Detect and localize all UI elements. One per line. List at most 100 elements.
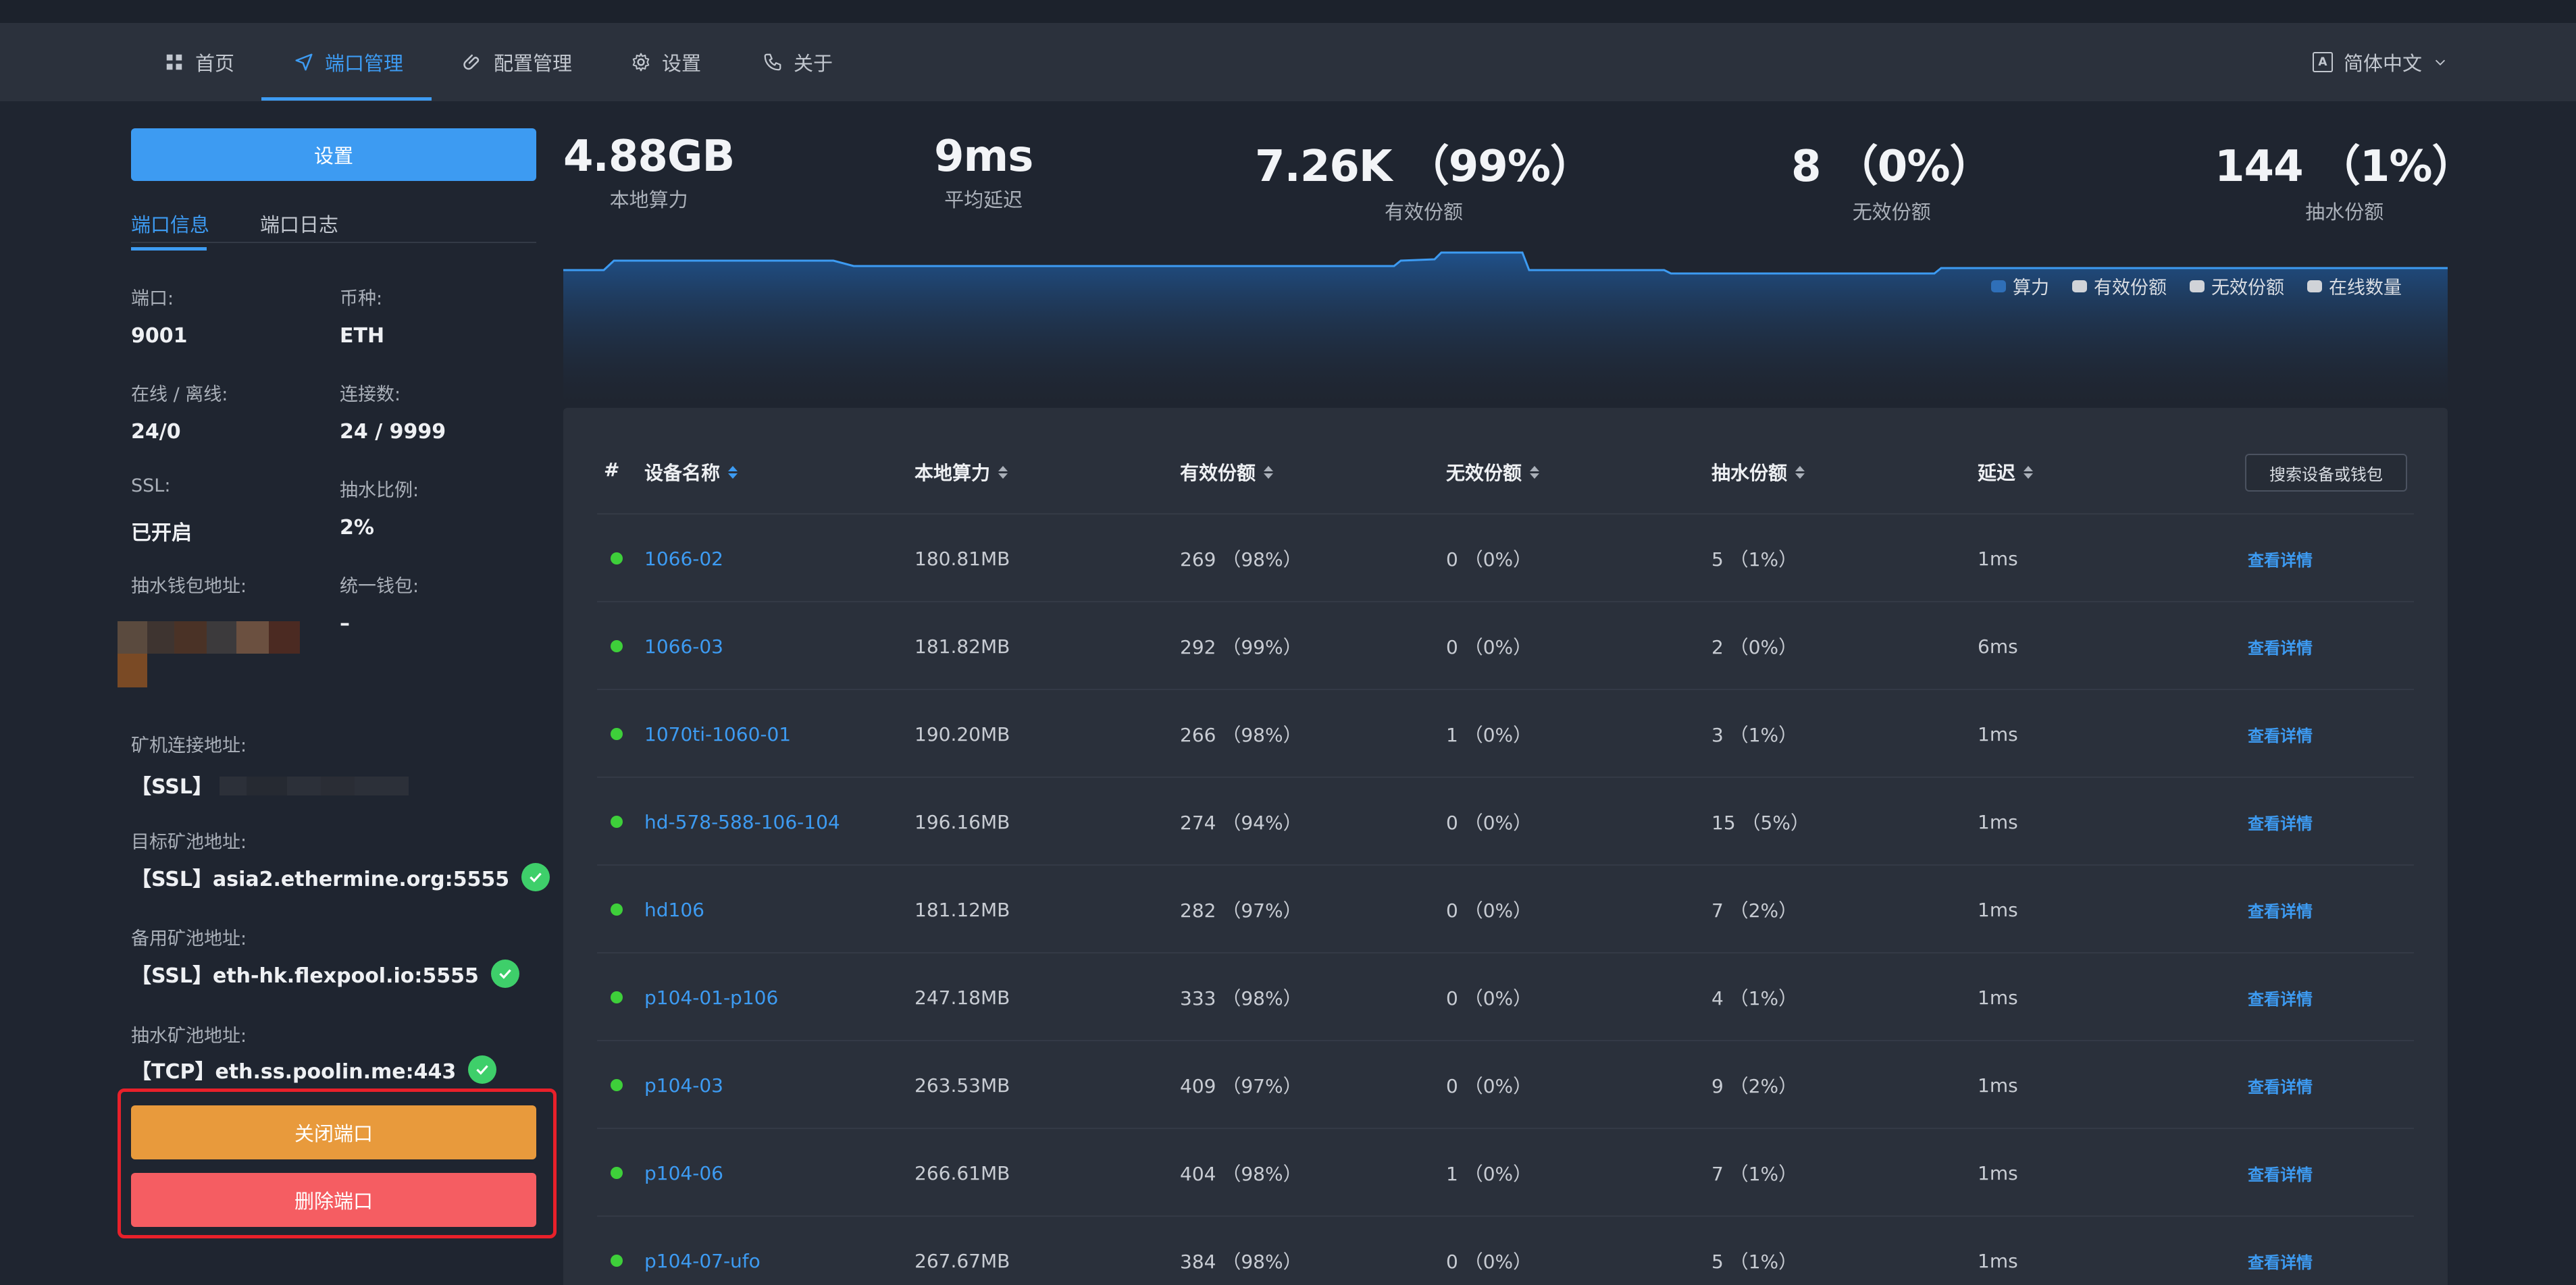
stat-label: 平均延迟 <box>944 188 1023 211</box>
legend-item-online-count[interactable]: 在线数量 <box>2307 273 2402 299</box>
view-details-link-wrap: 查看详情 <box>2248 866 2313 953</box>
fee-shares-cell: 2 （0%） <box>1711 636 1798 658</box>
stat-label: 有效份额 <box>1384 201 1463 224</box>
status-cell <box>611 515 623 602</box>
device-name-link[interactable]: hd-578-588-106-104 <box>644 811 840 833</box>
valid-shares-cell-wrap: 292 （99%） <box>1180 602 1302 690</box>
fee-shares-cell-wrap: 4 （1%） <box>1711 953 1797 1041</box>
tab-port-info[interactable]: 端口信息 <box>131 209 209 238</box>
stat-label: 无效份额 <box>1852 201 1931 224</box>
device-name-link[interactable]: p104-03 <box>644 1074 723 1097</box>
stat-value: 8 （0%） <box>1791 142 1992 192</box>
view-details-link[interactable]: 查看详情 <box>2248 547 2313 571</box>
header-invalid-shares[interactable]: 无效份额 <box>1446 458 1540 486</box>
fee-shares-cell-wrap: 15 （5%） <box>1711 778 1809 866</box>
settings-button[interactable]: 设置 <box>131 128 536 181</box>
legend-swatch <box>2307 280 2322 292</box>
device-name-link[interactable]: hd106 <box>644 899 704 921</box>
view-details-link[interactable]: 查看详情 <box>2248 1161 2313 1185</box>
nav-item-home[interactable]: 首页 <box>164 23 234 101</box>
online-offline-label: 在线 / 离线: <box>131 384 228 405</box>
legend-swatch <box>2190 280 2205 292</box>
tab-active-underline <box>131 247 207 251</box>
view-details-link[interactable]: 查看详情 <box>2248 898 2313 922</box>
header-latency[interactable]: 延迟 <box>1978 458 2034 486</box>
view-details-link-wrap: 查看详情 <box>2248 602 2313 690</box>
valid-shares-cell: 274 （94%） <box>1180 812 1302 834</box>
header-fee-shares[interactable]: 抽水份额 <box>1711 458 1805 486</box>
miner-address-text: 【SSL】 <box>131 775 213 799</box>
miner-address-redacted <box>219 777 409 795</box>
header-label: 无效份额 <box>1446 462 1522 484</box>
view-details-link[interactable]: 查看详情 <box>2248 986 2313 1009</box>
hashrate-cell-wrap: 263.53MB <box>915 1041 1010 1129</box>
view-details-link-wrap: 查看详情 <box>2248 1041 2313 1129</box>
header-valid-shares[interactable]: 有效份额 <box>1180 458 1274 486</box>
view-details-link[interactable]: 查看详情 <box>2248 723 2313 746</box>
device-name-link[interactable]: p104-06 <box>644 1162 723 1184</box>
legend-item-valid-shares[interactable]: 有效份额 <box>2072 273 2167 299</box>
legend-label: 算力 <box>2013 278 2049 298</box>
nav-item-config-management[interactable]: 配置管理 <box>463 23 572 101</box>
port-info-panel: 设置 端口信息 端口日志 端口: 9001 币种: ETH 在线 / 离线: 2… <box>118 128 550 1087</box>
stat-value: 9ms <box>934 132 1033 182</box>
backup-pool-text: 【SSL】eth-hk.flexpool.io:5555 <box>131 964 479 988</box>
valid-shares-cell: 384 （98%） <box>1180 1251 1302 1273</box>
port-value: 9001 <box>131 324 188 348</box>
valid-shares-cell: 269 （98%） <box>1180 548 1302 571</box>
header-device-name[interactable]: 设备名称 <box>644 458 738 486</box>
legend-item-hashrate[interactable]: 算力 <box>1991 273 2049 299</box>
legend-label: 在线数量 <box>2329 278 2402 298</box>
check-circle-icon <box>468 1055 497 1084</box>
target-pool-text: 【SSL】asia2.ethermine.org:5555 <box>131 868 510 891</box>
view-details-link[interactable]: 查看详情 <box>2248 1074 2313 1097</box>
sort-icon <box>1795 465 1805 479</box>
invalid-shares-cell-wrap: 0 （0%） <box>1446 866 1532 953</box>
device-name-link[interactable]: 1070ti-1060-01 <box>644 723 791 745</box>
sort-icon <box>1264 465 1274 479</box>
hashrate-cell-wrap: 190.20MB <box>915 690 1010 778</box>
view-details-link[interactable]: 查看详情 <box>2248 635 2313 658</box>
table-row: hd106 181.12MB 282 （97%） 0 （0%） 7 （2%） 1ms 查看详… <box>597 864 2414 952</box>
view-details-link[interactable]: 查看详情 <box>2248 810 2313 834</box>
valid-shares-cell-wrap: 266 （98%） <box>1180 690 1302 778</box>
hashrate-cell: 267.67MB <box>915 1249 1010 1272</box>
fee-shares-cell: 15 （5%） <box>1711 812 1809 834</box>
invalid-shares-cell: 0 （0%） <box>1446 1075 1532 1097</box>
stat-value: 7.26K （99%） <box>1255 142 1593 192</box>
language-selector[interactable]: A 简体中文 <box>2312 23 2448 101</box>
device-name-link-wrap: p104-03 <box>644 1041 723 1129</box>
nav-item-port-management[interactable]: 端口管理 <box>294 23 403 101</box>
hashrate-cell-wrap: 247.18MB <box>915 953 1010 1041</box>
grid-icon <box>166 54 182 70</box>
invalid-shares-cell-wrap: 1 （0%） <box>1446 690 1532 778</box>
search-device-wallet-button[interactable]: 搜索设备或钱包 <box>2245 454 2407 492</box>
online-status-dot <box>611 728 623 740</box>
device-name-link-wrap: 1066-03 <box>644 602 723 690</box>
stat-local-hashrate: 4.88GB 本地算力 <box>563 132 735 213</box>
header-label: 本地算力 <box>915 462 991 484</box>
header-label: 抽水份额 <box>1711 462 1788 484</box>
nav-item-about[interactable]: 关于 <box>763 23 833 101</box>
header-local-hashrate[interactable]: 本地算力 <box>915 458 1008 486</box>
tab-port-log[interactable]: 端口日志 <box>260 209 338 238</box>
valid-shares-cell: 282 （97%） <box>1180 899 1302 922</box>
invalid-shares-cell: 1 （0%） <box>1446 724 1532 746</box>
device-name-link[interactable]: 1066-02 <box>644 548 723 570</box>
status-cell <box>611 1217 623 1285</box>
status-cell <box>611 778 623 866</box>
target-pool-value: 【SSL】asia2.ethermine.org:5555 <box>131 862 550 892</box>
nav-item-settings[interactable]: 设置 <box>631 23 701 101</box>
close-port-button[interactable]: 关闭端口 <box>131 1105 536 1159</box>
latency-cell: 1ms <box>1978 547 2018 570</box>
legend-label: 无效份额 <box>2211 278 2284 298</box>
view-details-link[interactable]: 查看详情 <box>2248 1249 2313 1273</box>
fee-shares-cell: 5 （1%） <box>1711 1251 1798 1273</box>
device-name-link[interactable]: p104-07-ufo <box>644 1250 761 1272</box>
valid-shares-cell-wrap: 384 （98%） <box>1180 1217 1302 1285</box>
device-name-link[interactable]: p104-01-p106 <box>644 987 778 1009</box>
legend-item-invalid-shares[interactable]: 无效份额 <box>2190 273 2284 299</box>
unified-wallet-value: – <box>340 612 350 635</box>
device-name-link[interactable]: 1066-03 <box>644 635 723 658</box>
delete-port-button[interactable]: 删除端口 <box>131 1173 536 1227</box>
